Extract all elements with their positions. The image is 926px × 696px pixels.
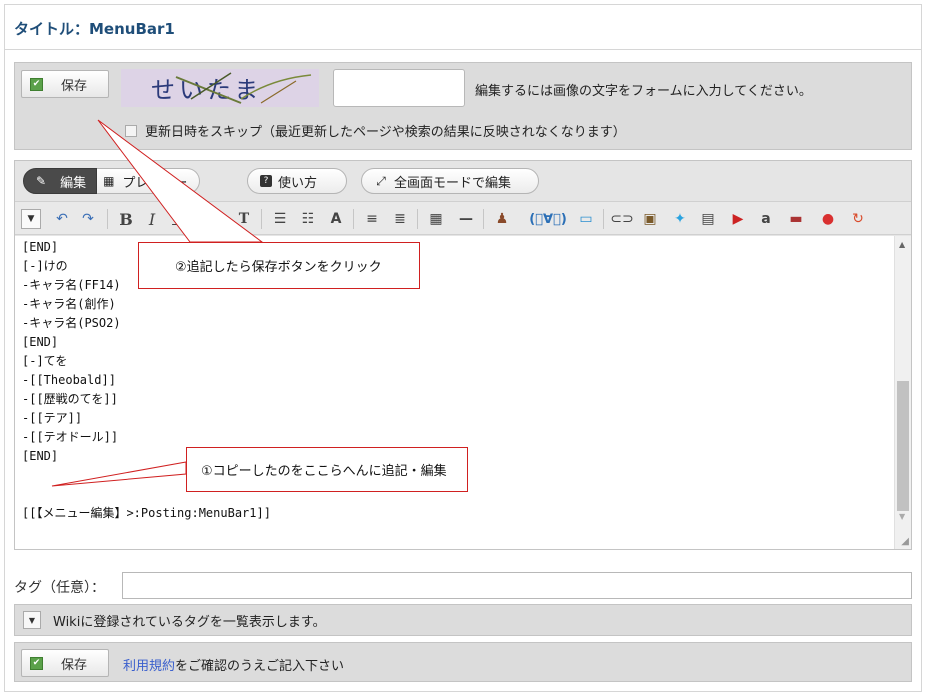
strike-icon[interactable]: S — [193, 208, 215, 230]
check-icon: ✔ — [30, 77, 43, 91]
edit-hint-text: ①コピーしたのをここらへんに追記・編集 — [201, 464, 447, 479]
text-color-icon[interactable]: T — [233, 208, 255, 230]
tag-list-toggle[interactable]: ▼ Wikiに登録されているタグを一覧表示します。 — [14, 604, 912, 636]
align-right-icon[interactable]: ≣ — [389, 208, 411, 230]
amazon-icon[interactable]: a — [755, 208, 777, 230]
game-icon[interactable]: ▬ — [785, 208, 807, 230]
underline-icon[interactable]: U — [167, 208, 189, 230]
tab-preview-label: プレビュー — [122, 175, 188, 191]
table-icon[interactable]: ▦ — [425, 208, 447, 230]
editor-line: -[[テオドール]] — [22, 430, 119, 444]
help-icon: ? — [260, 175, 272, 187]
skip-timestamp-label: 更新日時をスキップ（最近更新したページや検索の結果に反映されなくなります） — [145, 125, 626, 140]
tab-edit[interactable]: ✎ 編集 — [23, 168, 98, 194]
comment-icon[interactable]: ▭ — [575, 208, 597, 230]
tag-list-text: Wikiに登録されているタグを一覧表示します。 — [53, 614, 326, 630]
photo-icon[interactable]: ▤ — [697, 208, 719, 230]
bold-icon[interactable]: B — [115, 208, 137, 230]
heading-icon[interactable]: A — [325, 208, 347, 230]
page-title: タイトル：MenuBar1 — [14, 20, 175, 38]
captcha-image: せいたま — [121, 69, 319, 107]
bottom-save-button[interactable]: ✔ 保存 — [21, 649, 109, 677]
save-button[interactable]: ✔ 保存 — [21, 70, 109, 98]
editor-line: -キャラ名(PSO2) — [22, 316, 121, 330]
expand-icon[interactable]: ▼ — [23, 611, 41, 629]
terms-note: 利用規約をご確認のうえご記入下さい — [123, 655, 344, 674]
save-button-label: 保存 — [61, 78, 88, 94]
terms-link[interactable]: 利用規約 — [123, 659, 175, 674]
howto-button[interactable]: ? 使い方 — [247, 168, 347, 194]
tag-label: タグ（任意）： — [14, 580, 105, 596]
editor-line: [END] — [22, 335, 59, 349]
skip-timestamp-option[interactable]: 更新日時をスキップ（最近更新したページや検索の結果に反映されなくなります） — [125, 121, 626, 140]
title-bar: タイトル：MenuBar1 — [4, 4, 922, 50]
tab-preview[interactable]: ▦ プレビュー — [97, 168, 201, 194]
howto-label: 使い方 — [278, 175, 318, 191]
map-pin-icon[interactable]: ● — [817, 208, 839, 230]
tag-row: タグ（任意）： — [14, 572, 912, 600]
mode-tabs: ✎ 編集 ▦ プレビュー ? 使い方 ⤢ 全画面モードで編集 — [15, 161, 911, 201]
save-hint-callout: ②追記したら保存ボタンをクリック — [138, 242, 420, 289]
twitter-icon[interactable]: ✦ — [669, 208, 691, 230]
fullscreen-label: 全画面モードで編集 — [394, 175, 512, 191]
scrollbar-thumb[interactable] — [897, 381, 909, 511]
link-icon[interactable]: ⊂⊃ — [610, 208, 633, 230]
format-toolbar: ▼ ↶ ↷ B I U S T ☰ ☷ A ≡ ≣ ▦ — ♟ (ﾟ∀ﾟ) ▭ … — [15, 201, 911, 235]
check-icon: ✔ — [30, 656, 43, 670]
bottom-save-panel: ✔ 保存 利用規約をご確認のうえご記入下さい — [14, 642, 912, 682]
editor-line: [-]てを — [22, 354, 68, 368]
refresh-icon[interactable]: ↻ — [847, 208, 869, 230]
pencil-icon: ✎ — [36, 174, 47, 188]
numbered-list-icon[interactable]: ☷ — [297, 208, 319, 230]
image-icon[interactable]: ▣ — [639, 208, 661, 230]
editor-line: -キャラ名(創作) — [22, 297, 116, 311]
editor-line: -[[歴戦のてを]] — [22, 392, 118, 406]
resize-grip-icon[interactable]: ◢ — [901, 536, 909, 547]
tab-edit-label: 編集 — [60, 175, 87, 191]
mode-segment: ✎ 編集 ▦ プレビュー — [23, 168, 201, 194]
fullscreen-button[interactable]: ⤢ 全画面モードで編集 — [361, 168, 539, 194]
editor-line: [[【メニュー編集】>:Posting:MenuBar1]] — [22, 506, 271, 520]
terms-text: をご確認のうえご記入下さい — [175, 659, 345, 674]
captcha-input[interactable] — [333, 69, 465, 107]
preview-icon: ▦ — [103, 174, 115, 188]
save-hint-text: ②追記したら保存ボタンをクリック — [175, 260, 382, 275]
bottom-save-label: 保存 — [61, 657, 88, 673]
editor-scrollbar[interactable]: ▲ ▼ — [894, 236, 911, 549]
toolbar-dropdown[interactable]: ▼ — [21, 209, 41, 229]
emoticon-icon[interactable]: (ﾟ∀ﾟ) — [523, 208, 573, 230]
tag-input[interactable] — [122, 572, 912, 599]
fullscreen-icon: ⤢ — [376, 173, 386, 188]
edit-hint-callout: ①コピーしたのをここらへんに追記・編集 — [186, 447, 468, 492]
align-center-icon[interactable]: ≡ — [361, 208, 383, 230]
italic-icon[interactable]: I — [141, 208, 163, 230]
scroll-down-icon[interactable]: ▼ — [899, 512, 905, 521]
youtube-icon[interactable]: ▶ — [727, 208, 749, 230]
captcha-panel: ✔ 保存 せいたま 編集するには画像の文字をフォームに入力してください。 更新日… — [14, 62, 912, 150]
scroll-up-icon[interactable]: ▲ — [899, 240, 905, 249]
editor-line: -[[Theobald]] — [22, 373, 116, 387]
bullet-list-icon[interactable]: ☰ — [269, 208, 291, 230]
editor-line: -[[テア]] — [22, 411, 83, 425]
skip-timestamp-checkbox[interactable] — [125, 124, 137, 137]
redo-icon[interactable]: ↷ — [77, 208, 99, 230]
captcha-instruction: 編集するには画像の文字をフォームに入力してください。 — [475, 84, 812, 99]
undo-icon[interactable]: ↶ — [51, 208, 73, 230]
horizontal-rule-icon[interactable]: — — [455, 208, 477, 230]
stamp-icon[interactable]: ♟ — [491, 208, 513, 230]
